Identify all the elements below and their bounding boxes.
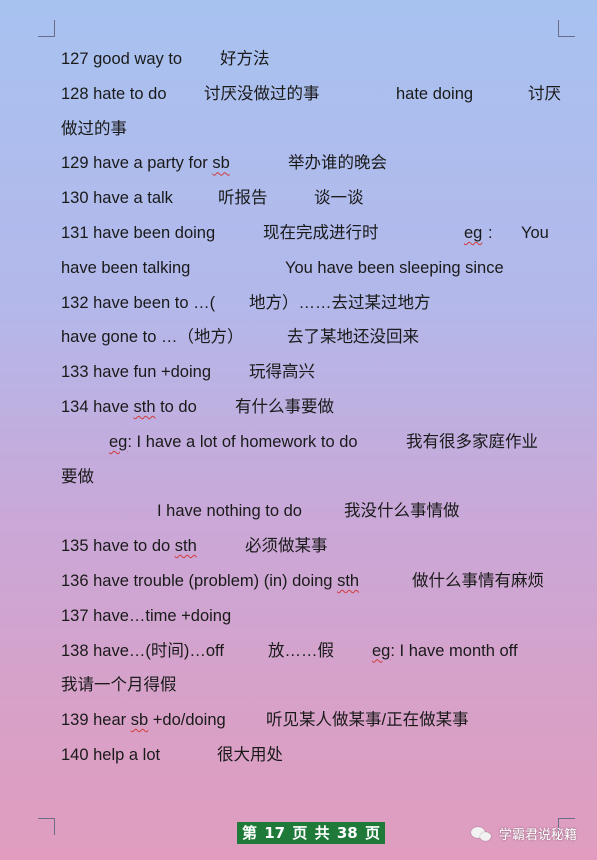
entry-131-cont: have been talking You have been sleeping…: [61, 251, 571, 286]
phrase-cn: 去了某地还没回来: [287, 328, 419, 347]
entry-138-cont: 我请一个月得假: [61, 668, 571, 703]
spellcheck-word: sth: [174, 537, 197, 556]
example-en: eg: I have a lot of homework to do: [109, 425, 358, 460]
page-label: 页: [364, 824, 380, 842]
example-en: You: [521, 223, 549, 242]
example-en: I have nothing to do: [157, 502, 302, 521]
entry-132-b: have gone to …（地方） 去了某地还没回来: [61, 320, 571, 355]
wechat-icon: [470, 826, 493, 842]
phrase-en: 131 have been doing: [61, 223, 216, 242]
spellcheck-word: sb: [212, 154, 230, 173]
phrase-en-text: 139 hear: [61, 711, 131, 730]
phrase-cn: 讨厌没做过的事: [204, 84, 320, 103]
phrase-en: 139 hear sb +do/doing: [61, 703, 226, 738]
spellcheck-word: sb: [130, 711, 149, 730]
phrase-cn-cont: 做过的事: [61, 119, 127, 138]
phrase-en-text: 134 have: [61, 397, 134, 416]
page-corner-mark-top-right: [558, 20, 575, 37]
entry-132: 132 have been to …( 地方）……去过某过地方: [61, 286, 571, 321]
page-corner-mark-top-left: [38, 20, 55, 37]
example-cn: 我请一个月得假: [61, 676, 177, 695]
entry-129: 129 have a party for sb 举办谁的晚会: [61, 146, 571, 181]
example-cn-cont: 要做: [61, 467, 94, 486]
example-en-2: You have been sleeping since: [285, 258, 504, 277]
page-number-footer: 第 17 页 共 38 页: [237, 822, 385, 844]
phrase-cn: 必须做某事: [245, 537, 328, 556]
spellcheck-word: eg: [464, 223, 483, 242]
entry-130: 130 have a talk 听报告 谈一谈: [61, 181, 571, 216]
phrase-en: 128 hate to do: [61, 84, 167, 103]
phrase-en-text: 135 have to do: [61, 537, 175, 556]
example-en-text: : I have a lot of homework to do: [127, 432, 358, 451]
watermark-text: 学霸君说秘籍: [498, 828, 577, 843]
entry-135: 135 have to do sth 必须做某事: [61, 529, 571, 564]
phrase-cn: 听见某人做某事/正在做某事: [266, 711, 469, 730]
example-en-text: : I have month off: [390, 641, 518, 660]
phrase-cn: 很大用处: [217, 745, 283, 764]
entry-137: 137 have…time +doing: [61, 599, 571, 634]
phrase-cn: 听报告: [218, 189, 268, 208]
entry-128: 128 hate to do 讨厌没做过的事 hate doing 讨厌: [61, 77, 571, 112]
phrase-en: 133 have fun +doing: [61, 363, 212, 382]
spellcheck-word: sth: [337, 571, 360, 590]
page-current: 17: [264, 824, 286, 842]
phrase-cn-2: 讨厌: [528, 84, 561, 103]
phrase-cn: 放……假: [268, 641, 334, 660]
phrase-cn: 好方法: [220, 50, 270, 68]
example-en: eg: I have month off: [372, 634, 518, 669]
page-total: 38: [336, 824, 358, 842]
page-label: 第: [242, 824, 258, 842]
phrase-cn: 有什么事要做: [235, 397, 334, 416]
colon-text: :: [488, 223, 493, 242]
phrase-en-text-2: +do/doing: [148, 711, 226, 730]
phrase-en: 140 help a lot: [61, 745, 161, 764]
phrase-en: 134 have sth to do: [61, 390, 197, 425]
entry-136: 136 have trouble (problem) (in) doing st…: [61, 564, 571, 599]
page-label: 共: [314, 824, 330, 842]
phrase-en: 132 have been to …(: [61, 293, 216, 312]
phrase-en: 129 have a party for sb: [61, 146, 230, 181]
example-cn: 我没什么事情做: [344, 502, 460, 521]
phrase-cn-2: 谈一谈: [314, 189, 364, 208]
entry-134-example-2: I have nothing to do 我没什么事情做: [61, 494, 571, 529]
phrase-cn: 举办谁的晚会: [288, 154, 387, 173]
phrase-cn: 地方）……去过某过地方: [249, 293, 431, 312]
phrase-en: 127 good way to: [61, 50, 183, 68]
phrase-en-text-2: to do: [155, 397, 197, 416]
example-cn: 我有很多家庭作业: [406, 432, 538, 451]
entry-127: 127 good way to 好方法: [61, 42, 571, 77]
spellcheck-word: eg: [109, 432, 128, 451]
page-corner-mark-bottom-left: [38, 818, 55, 835]
document-body: 127 good way to 好方法 128 hate to do 讨厌没做过…: [61, 42, 571, 773]
page-label: 页: [292, 824, 308, 842]
phrase-cn: 玩得高兴: [249, 363, 315, 382]
spellcheck-word: sth: [133, 397, 156, 416]
phrase-cn: 现在完成进行时: [263, 223, 379, 242]
entry-134: 134 have sth to do 有什么事要做: [61, 390, 571, 425]
entry-128-cont: 做过的事: [61, 112, 571, 147]
spellcheck-word: eg: [372, 641, 391, 660]
entry-138: 138 have…(时间)…off 放……假 eg: I have month …: [61, 634, 571, 669]
phrase-en: have gone to …（地方）: [61, 328, 244, 347]
entry-134-example: eg: I have a lot of homework to do 我有很多家…: [61, 425, 571, 460]
entry-140: 140 help a lot 很大用处: [61, 738, 571, 773]
phrase-en: 135 have to do sth: [61, 529, 197, 564]
entry-131: 131 have been doing 现在完成进行时 eg : You: [61, 216, 571, 251]
phrase-en: 138 have…(时间)…off: [61, 641, 224, 660]
phrase-en-2: hate doing: [396, 84, 474, 103]
phrase-en-text: 129 have a party for: [61, 154, 213, 173]
entry-133: 133 have fun +doing 玩得高兴: [61, 355, 571, 390]
example-en-cont: have been talking: [61, 258, 191, 277]
phrase-en: 136 have trouble (problem) (in) doing st…: [61, 564, 359, 599]
entry-139: 139 hear sb +do/doing 听见某人做某事/正在做某事: [61, 703, 571, 738]
phrase-en: 137 have…time +doing: [61, 606, 232, 625]
entry-134-example-cont: 要做: [61, 460, 571, 495]
phrase-cn: 做什么事情有麻烦: [412, 571, 544, 590]
phrase-en-text: 136 have trouble (problem) (in) doing: [61, 571, 338, 590]
watermark: 学霸君说秘籍: [470, 824, 577, 843]
phrase-en: 130 have a talk: [61, 189, 173, 208]
